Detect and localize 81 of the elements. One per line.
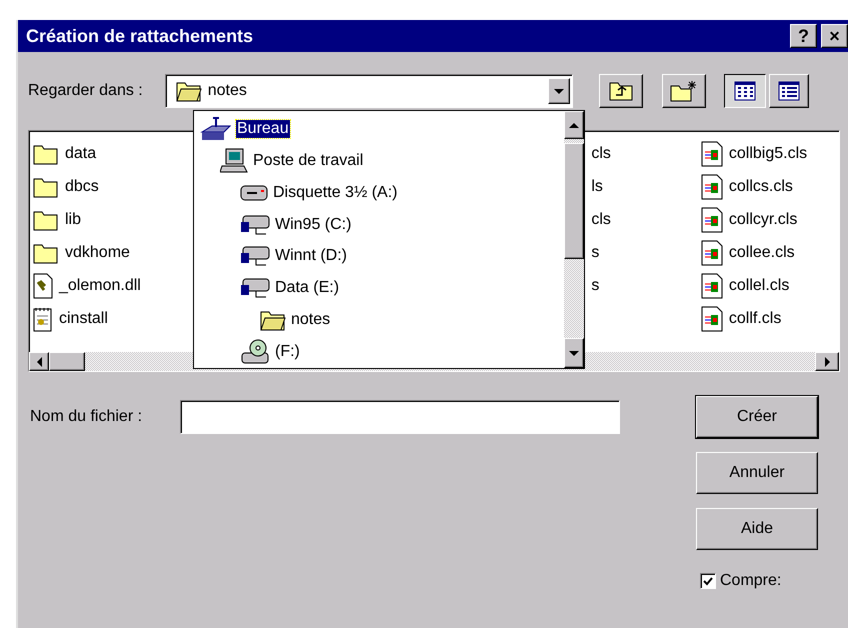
details-view-icon bbox=[778, 81, 800, 101]
folder-icon bbox=[33, 208, 59, 230]
network-drive-icon bbox=[240, 212, 270, 237]
notepad-icon bbox=[33, 306, 53, 332]
open-folder-icon bbox=[260, 309, 286, 332]
cd-drive-icon bbox=[240, 339, 270, 366]
network-drive-icon bbox=[240, 244, 270, 268]
scroll-thumb[interactable] bbox=[564, 143, 584, 259]
floppy-drive-icon bbox=[240, 184, 268, 202]
up-button[interactable] bbox=[598, 74, 643, 108]
list-view-icon bbox=[734, 81, 756, 101]
file-name-field[interactable] bbox=[180, 400, 620, 434]
left-arrow-icon bbox=[36, 356, 42, 366]
document-icon bbox=[700, 240, 723, 266]
document-icon bbox=[700, 272, 723, 298]
document-icon bbox=[700, 206, 723, 232]
file-name[interactable]: data bbox=[65, 144, 96, 162]
up-arrow-icon bbox=[569, 122, 579, 128]
new-folder-icon bbox=[670, 80, 698, 102]
up-folder-icon bbox=[608, 81, 633, 101]
folder-icon bbox=[33, 142, 59, 164]
file-name[interactable]: cls bbox=[591, 203, 701, 236]
look-in-value: notes bbox=[208, 82, 248, 100]
file-name[interactable]: cinstall bbox=[59, 310, 108, 328]
file-name[interactable]: _olemon.dll bbox=[59, 276, 141, 294]
dialog-button[interactable]: Créer bbox=[696, 396, 818, 438]
compress-checkbox[interactable] bbox=[700, 573, 716, 589]
computer-icon bbox=[220, 148, 248, 174]
folder-icon bbox=[33, 176, 59, 198]
document-icon bbox=[700, 140, 723, 166]
look-in-label: Regarder dans : bbox=[28, 82, 143, 100]
location-item[interactable]: Winnt (D:) bbox=[274, 247, 348, 266]
location-item[interactable]: Bureau bbox=[236, 120, 290, 138]
dialog-button[interactable]: Aide bbox=[696, 508, 818, 550]
new-folder-button[interactable] bbox=[662, 74, 706, 108]
help-button[interactable]: ? bbox=[790, 24, 817, 48]
close-button[interactable]: × bbox=[821, 24, 848, 48]
location-item[interactable]: Data (E:) bbox=[274, 279, 340, 298]
scroll-up-button[interactable] bbox=[564, 111, 584, 139]
location-item[interactable]: Disquette 3½ (A:) bbox=[272, 184, 398, 202]
window-title: Création de rattachements bbox=[26, 26, 254, 46]
dll-file-icon bbox=[33, 272, 53, 298]
scroll-thumb[interactable] bbox=[49, 352, 85, 371]
location-item[interactable]: notes bbox=[290, 311, 332, 330]
scroll-right-button[interactable] bbox=[815, 352, 839, 371]
file-name[interactable]: s bbox=[591, 269, 701, 302]
file-name[interactable]: s bbox=[591, 236, 701, 269]
dropdown-arrow-button[interactable] bbox=[548, 78, 570, 104]
file-name[interactable]: lib bbox=[65, 210, 82, 228]
file-name[interactable]: collee.cls bbox=[728, 244, 795, 262]
file-name[interactable]: collel.cls bbox=[728, 276, 790, 294]
scroll-left-button[interactable] bbox=[29, 352, 49, 371]
file-name[interactable]: dbcs bbox=[65, 178, 99, 196]
vertical-scrollbar[interactable] bbox=[564, 111, 584, 368]
location-item[interactable]: Poste de travail bbox=[252, 152, 364, 170]
scroll-down-button[interactable] bbox=[564, 338, 584, 368]
location-item[interactable]: Win95 (C:) bbox=[274, 216, 352, 234]
file-name[interactable]: collcyr.cls bbox=[728, 210, 798, 228]
file-name[interactable]: ls bbox=[591, 170, 701, 203]
checkmark-icon bbox=[703, 576, 713, 586]
open-folder-icon bbox=[176, 80, 202, 102]
compress-label: Compre: bbox=[720, 572, 782, 590]
caret-icon bbox=[554, 88, 564, 94]
document-icon bbox=[700, 306, 723, 332]
file-name[interactable]: vdkhome bbox=[65, 244, 130, 262]
details-view-button[interactable] bbox=[768, 74, 809, 108]
file-name[interactable]: cls bbox=[591, 137, 701, 170]
file-name[interactable]: collcs.cls bbox=[728, 178, 793, 196]
desktop-icon bbox=[200, 116, 232, 142]
look-in-dropdown[interactable]: notes bbox=[164, 74, 573, 108]
folder-icon bbox=[33, 242, 59, 264]
list-view-button[interactable] bbox=[724, 74, 766, 108]
file-name[interactable]: collbig5.cls bbox=[728, 144, 808, 162]
file-name[interactable]: collf.cls bbox=[728, 310, 782, 328]
document-icon bbox=[700, 174, 723, 200]
down-arrow-icon bbox=[569, 350, 579, 356]
network-drive-icon bbox=[240, 276, 270, 300]
location-item[interactable]: (F:) bbox=[274, 343, 301, 362]
file-name-label: Nom du fichier : bbox=[30, 407, 142, 426]
dialog-button[interactable]: Annuler bbox=[696, 452, 818, 494]
right-arrow-icon bbox=[824, 356, 830, 366]
